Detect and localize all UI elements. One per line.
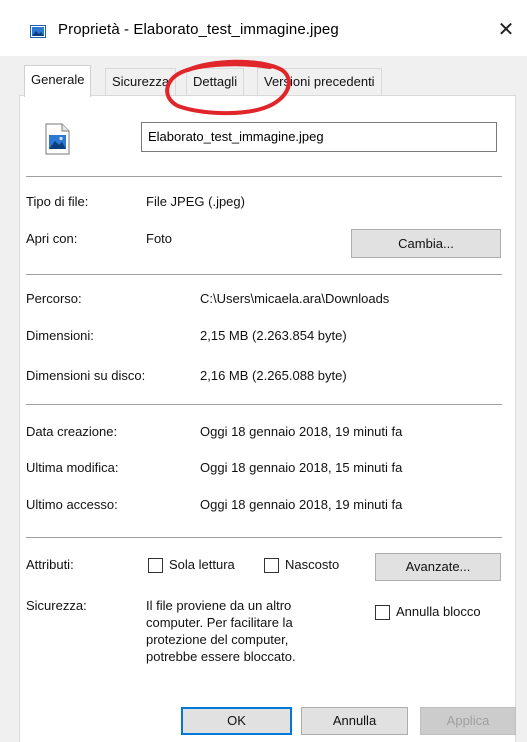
close-icon[interactable]: ✕ — [494, 18, 518, 42]
tab-dettagli[interactable]: Dettagli — [186, 68, 245, 95]
path-value: C:\Users\micaela.ara\Downloads — [200, 291, 390, 306]
apply-button: Applica — [420, 707, 516, 735]
hidden-label[interactable]: Nascosto — [285, 557, 339, 572]
unblock-checkbox[interactable] — [375, 605, 390, 620]
title-bar: Proprietà - Elaborato_test_immagine.jpeg… — [0, 0, 527, 56]
security-text-line: potrebbe essere bloccato. — [146, 649, 296, 664]
open-with-label: Apri con: — [26, 231, 78, 246]
separator — [26, 404, 502, 405]
modified-value: Oggi 18 gennaio 2018, 15 minuti fa — [200, 460, 403, 475]
attributes-label: Attributi: — [26, 557, 74, 572]
security-label: Sicurezza: — [26, 598, 87, 613]
advanced-button[interactable]: Avanzate... — [375, 553, 501, 581]
change-button[interactable]: Cambia... — [351, 229, 501, 258]
readonly-label[interactable]: Sola lettura — [169, 557, 235, 572]
separator — [26, 176, 502, 177]
separator — [26, 274, 502, 275]
window-title: Proprietà - Elaborato_test_immagine.jpeg — [58, 21, 339, 38]
path-label: Percorso: — [26, 291, 82, 306]
image-file-icon — [45, 123, 70, 155]
hidden-checkbox[interactable] — [264, 558, 279, 573]
security-text-line: protezione del computer, — [146, 632, 289, 647]
tab-sicurezza[interactable]: Sicurezza — [105, 68, 177, 95]
file-type-label: Tipo di file: — [26, 194, 89, 209]
readonly-checkbox[interactable] — [148, 558, 163, 573]
tab-generale[interactable]: Generale — [24, 65, 92, 97]
filename-input[interactable]: Elaborato_test_immagine.jpeg — [141, 122, 497, 152]
cancel-button[interactable]: Annulla — [301, 707, 408, 735]
ok-button[interactable]: OK — [181, 707, 292, 735]
size-label: Dimensioni: — [26, 328, 94, 343]
security-text-line: computer. Per facilitare la — [146, 615, 293, 630]
file-type-value: File JPEG (.jpeg) — [146, 194, 245, 209]
unblock-label[interactable]: Annulla blocco — [396, 604, 481, 619]
modified-label: Ultima modifica: — [26, 460, 119, 475]
open-with-value: Foto — [146, 231, 173, 246]
disk-size-label: Dimensioni su disco: — [26, 368, 146, 383]
accessed-value: Oggi 18 gennaio 2018, 19 minuti fa — [200, 497, 403, 512]
accessed-label: Ultimo accesso: — [26, 497, 118, 512]
separator — [26, 537, 502, 538]
tab-versioni-precedenti[interactable]: Versioni precedenti — [257, 68, 382, 95]
created-label: Data creazione: — [26, 424, 118, 439]
created-value: Oggi 18 gennaio 2018, 19 minuti fa — [200, 424, 403, 439]
security-text-line: Il file proviene da un altro — [146, 598, 292, 613]
size-value: 2,15 MB (2.263.854 byte) — [200, 328, 347, 343]
image-file-icon — [30, 25, 46, 38]
disk-size-value: 2,16 MB (2.265.088 byte) — [200, 368, 347, 383]
